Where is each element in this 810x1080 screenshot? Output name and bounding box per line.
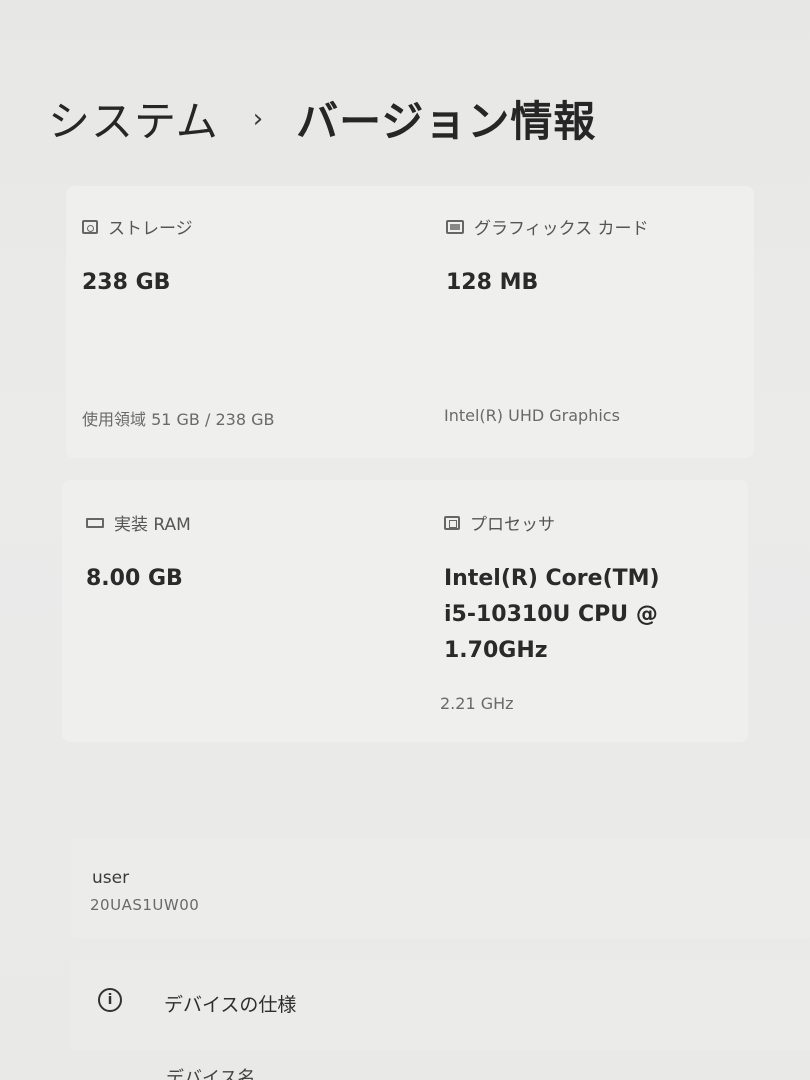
- device-name-label: デバイス名: [166, 1068, 256, 1080]
- chevron-right-icon: ›: [252, 103, 265, 134]
- device-model: 20UAS1UW00: [90, 896, 200, 914]
- graphics-name: Intel(R) UHD Graphics: [444, 406, 620, 425]
- device-specs-label: デバイスの仕様: [164, 994, 297, 1016]
- graphics-section: グラフィックス カード 128 MB: [446, 214, 649, 301]
- storage-usage: 使用領域 51 GB / 238 GB: [82, 410, 275, 429]
- breadcrumb: システム › バージョン情報: [48, 88, 596, 149]
- processor-speed: 2.21 GHz: [440, 694, 514, 713]
- specs-card-top: ストレージ 238 GB 使用領域 51 GB / 238 GB グラフィックス…: [66, 186, 754, 458]
- processor-value-line-2: i5-10310U CPU @: [444, 602, 658, 627]
- processor-label: プロセッサ: [470, 515, 555, 535]
- device-user: user: [92, 868, 130, 888]
- processor-value-line-1: Intel(R) Core(TM): [444, 566, 660, 591]
- storage-section: ストレージ 238 GB: [82, 214, 193, 301]
- processor-icon: [444, 515, 460, 530]
- ram-label: 実装 RAM: [114, 515, 191, 535]
- page-title: バージョン情報: [296, 97, 597, 146]
- processor-value: Intel(R) Core(TM) i5-10310U CPU @ 1.70GH…: [444, 561, 660, 669]
- graphics-value: 128 MB: [446, 270, 539, 295]
- about-page: システム › バージョン情報 ストレージ 238 GB 使用領域 51 GB /…: [0, 0, 810, 1080]
- ram-icon: [86, 517, 104, 528]
- graphics-label: グラフィックス カード: [474, 219, 649, 239]
- info-icon: i: [98, 988, 122, 1012]
- storage-value: 238 GB: [82, 270, 171, 295]
- specs-card-bottom: 実装 RAM 8.00 GB プロセッサ Intel(R) Core(TM) i…: [62, 480, 748, 742]
- storage-label: ストレージ: [108, 219, 193, 239]
- device-specs-row[interactable]: i デバイスの仕様: [70, 960, 810, 1050]
- ram-section: 実装 RAM 8.00 GB: [86, 510, 191, 597]
- storage-icon: [82, 219, 98, 234]
- breadcrumb-system[interactable]: システム: [48, 88, 219, 149]
- processor-value-line-3: 1.70GHz: [444, 638, 548, 663]
- graphics-card-icon: [446, 219, 464, 234]
- device-card[interactable]: user 20UAS1UW00: [70, 838, 810, 938]
- ram-value: 8.00 GB: [86, 566, 183, 591]
- processor-section: プロセッサ Intel(R) Core(TM) i5-10310U CPU @ …: [444, 510, 660, 669]
